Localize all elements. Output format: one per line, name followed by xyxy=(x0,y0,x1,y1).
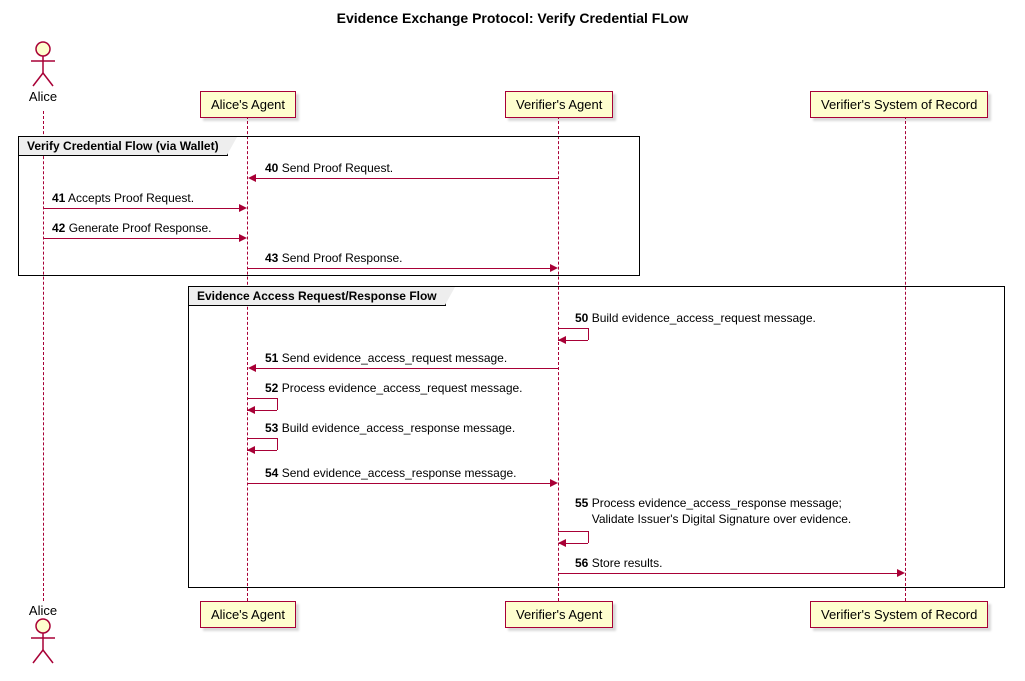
message-text: Send Proof Request. xyxy=(282,161,393,175)
message-text: Send Proof Response. xyxy=(282,251,403,265)
message-num: 53 xyxy=(265,421,278,435)
message-num: 41 xyxy=(52,191,65,205)
actor-label: Alice xyxy=(23,89,63,104)
group-label-text: Verify Credential Flow (via Wallet) xyxy=(27,139,219,153)
arrow xyxy=(43,208,240,209)
arrow-head xyxy=(248,174,256,182)
message-num: 43 xyxy=(265,251,278,265)
participant-alice-agent-top: Alice's Agent xyxy=(200,91,296,118)
actor-label: Alice xyxy=(23,603,63,618)
actor-alice-top: Alice xyxy=(23,41,63,104)
group-label: Verify Credential Flow (via Wallet) xyxy=(19,137,228,156)
participant-verifier-sor-bottom: Verifier's System of Record xyxy=(810,601,988,628)
message-text: Process evidence_access_request message. xyxy=(282,381,523,395)
message-56: 56 Store results. xyxy=(575,556,662,570)
message-num: 51 xyxy=(265,351,278,365)
message-54: 54 Send evidence_access_response message… xyxy=(265,466,517,480)
group-label-text: Evidence Access Request/Response Flow xyxy=(197,289,437,303)
message-text: Store results. xyxy=(592,556,663,570)
message-num: 54 xyxy=(265,466,278,480)
arrow xyxy=(558,573,897,574)
message-text-line2: Validate Issuer's Digital Signature over… xyxy=(592,512,852,526)
participant-alice-agent-bottom: Alice's Agent xyxy=(200,601,296,628)
message-num: 55 xyxy=(575,496,588,510)
message-num: 56 xyxy=(575,556,588,570)
message-52: 52 Process evidence_access_request messa… xyxy=(265,381,523,395)
message-text: Send evidence_access_response message. xyxy=(282,466,517,480)
message-num: 42 xyxy=(52,221,65,235)
arrow-head xyxy=(897,569,905,577)
message-num: 40 xyxy=(265,161,278,175)
message-num: 52 xyxy=(265,381,278,395)
message-53: 53 Build evidence_access_response messag… xyxy=(265,421,515,435)
arrow xyxy=(255,178,558,179)
group-label: Evidence Access Request/Response Flow xyxy=(189,287,446,306)
message-num: 50 xyxy=(575,311,588,325)
message-41: 41 Accepts Proof Request. xyxy=(52,191,194,205)
arrow xyxy=(247,268,550,269)
arrow-head xyxy=(239,204,247,212)
arrow xyxy=(247,483,550,484)
message-43: 43 Send Proof Response. xyxy=(265,251,402,265)
person-icon xyxy=(28,618,58,664)
message-50: 50 Build evidence_access_request message… xyxy=(575,311,816,325)
person-icon xyxy=(28,41,58,87)
actor-alice-bottom: Alice xyxy=(23,601,63,664)
arrow xyxy=(255,368,558,369)
message-42: 42 Generate Proof Response. xyxy=(52,221,211,235)
arrow-head xyxy=(248,364,256,372)
message-text: Build evidence_access_request message. xyxy=(592,311,816,325)
sequence-diagram: Alice Alice's Agent Verifier's Agent Ver… xyxy=(10,41,1015,671)
arrow-head xyxy=(550,264,558,272)
diagram-title: Evidence Exchange Protocol: Verify Crede… xyxy=(10,10,1015,26)
participant-verifier-sor-top: Verifier's System of Record xyxy=(810,91,988,118)
message-text: Send evidence_access_request message. xyxy=(282,351,507,365)
message-40: 40 Send Proof Request. xyxy=(265,161,393,175)
arrow xyxy=(43,238,240,239)
arrow-head xyxy=(239,234,247,242)
message-text: Generate Proof Response. xyxy=(69,221,212,235)
message-text: Build evidence_access_response message. xyxy=(282,421,515,435)
participant-verifier-agent-bottom: Verifier's Agent xyxy=(505,601,613,628)
arrow-head xyxy=(550,479,558,487)
message-text-line1: Process evidence_access_response message… xyxy=(592,496,842,510)
message-text: Accepts Proof Request. xyxy=(68,191,194,205)
group-evidence-access: Evidence Access Request/Response Flow xyxy=(188,286,1005,588)
message-51: 51 Send evidence_access_request message. xyxy=(265,351,507,365)
participant-verifier-agent-top: Verifier's Agent xyxy=(505,91,613,118)
message-55: 55 Process evidence_access_response mess… xyxy=(575,496,851,527)
